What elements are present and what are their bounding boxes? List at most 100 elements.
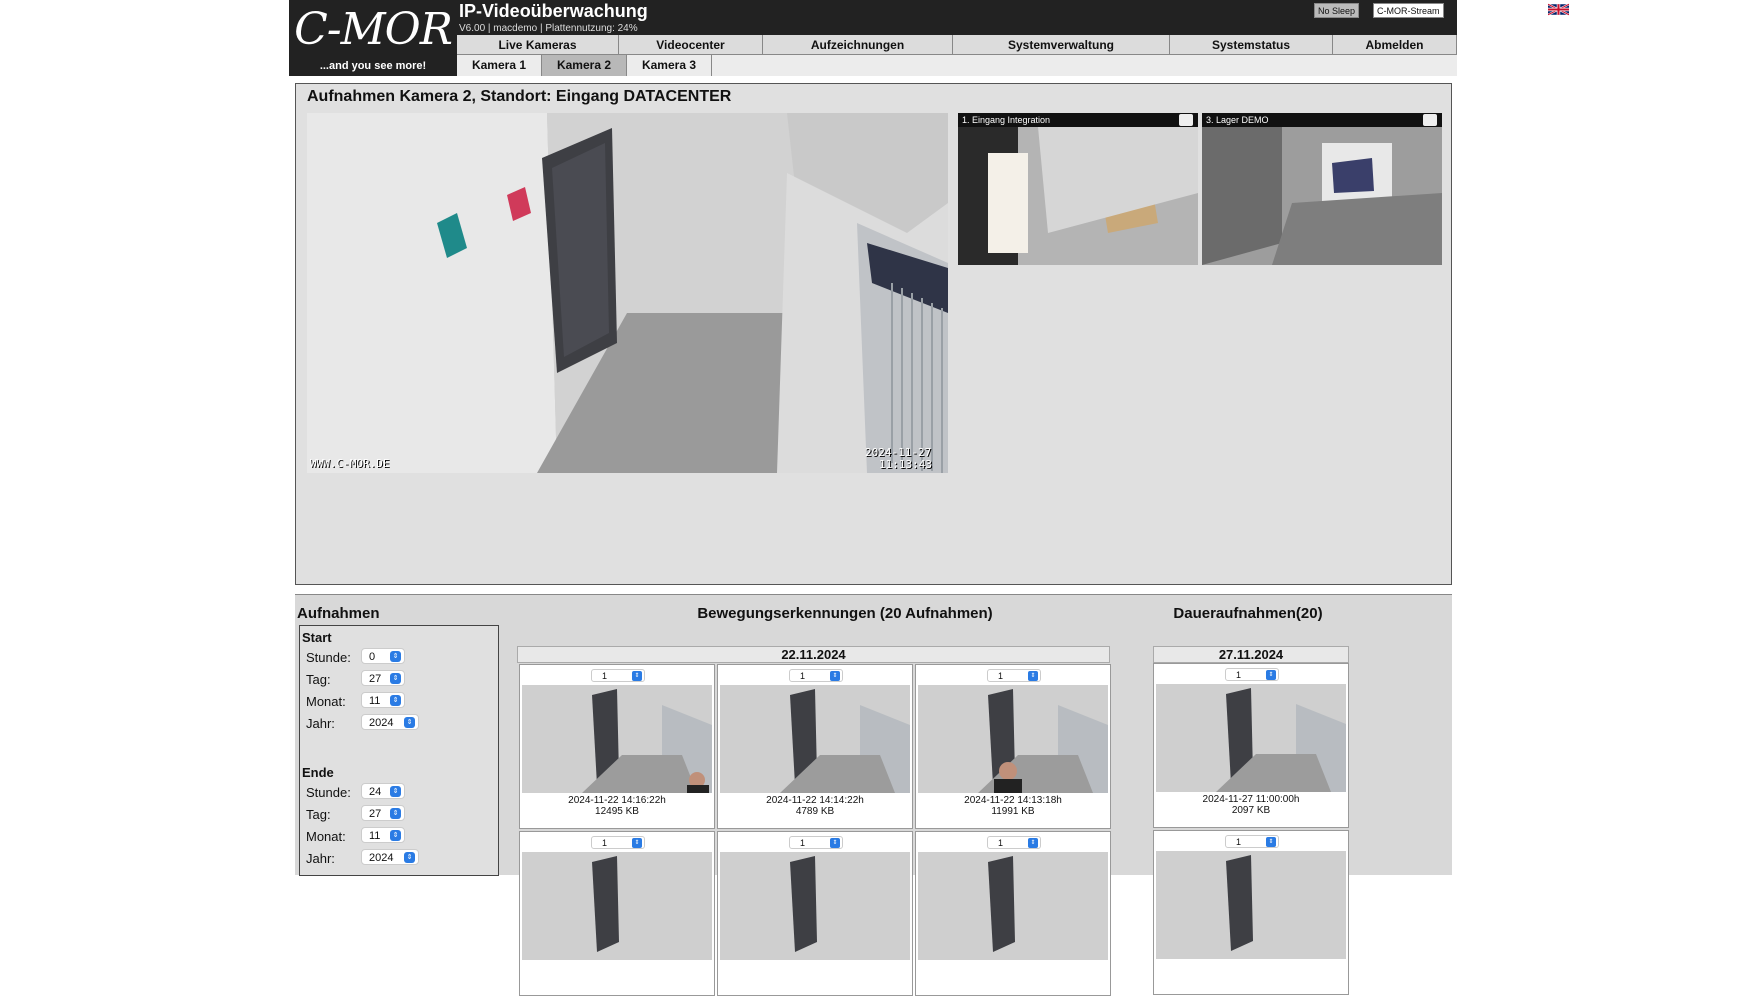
select-arrow-icon: ⇕ [632,838,642,848]
uk-flag-icon[interactable] [1548,3,1569,16]
start-tag-row: Tag: 27 ⇕ [306,670,405,687]
nav-live-kameras[interactable]: Live Kameras [457,35,619,55]
recording-size: 11991 KB [991,806,1035,817]
recording-card[interactable]: 1 ⇕ [1153,830,1349,995]
select-arrow-icon: ⇕ [390,673,401,684]
hand-icon[interactable] [1179,114,1193,126]
recording-select[interactable]: 1 ⇕ [789,836,843,849]
app-subtitle: V6.00 | macdemo | Plattennutzung: 24% [459,23,638,34]
monat-label: Monat: [306,829,346,844]
tab-kamera-1[interactable]: Kamera 1 [457,55,542,76]
motion-date-band: 22.11.2024 [517,646,1110,663]
start-jahr-select[interactable]: 2024 ⇕ [361,714,419,730]
recording-card[interactable]: 1 ⇕ 2024-11-22 14:14:22h 4789 KB [717,664,913,829]
end-stunde-row: Stunde: 24 ⇕ [306,783,405,800]
camera-tabs: Kamera 1 Kamera 2 Kamera 3 [457,55,1457,76]
select-arrow-icon: ⇕ [390,786,401,797]
nav-systemstatus[interactable]: Systemstatus [1170,35,1333,55]
select-arrow-icon: ⇕ [1028,838,1038,848]
select-arrow-icon: ⇕ [1266,837,1276,847]
nav-videocenter[interactable]: Videocenter [619,35,763,55]
select-arrow-icon: ⇕ [390,808,401,819]
main-camera-feed[interactable]: WWW.C-MOR.DE 2024-11-27 11:13:43 [307,113,948,473]
recording-select[interactable]: 1 ⇕ [987,836,1041,849]
recordings-title: Aufnahmen [297,605,380,622]
nav-systemverwaltung[interactable]: Systemverwaltung [953,35,1170,55]
thumbnail-image [958,113,1198,265]
main-feed-image [307,113,948,473]
recording-select[interactable]: 1 ⇕ [591,669,645,682]
recording-card[interactable]: 1 ⇕ [519,831,715,996]
camera-thumbnail-1[interactable]: 1. Eingang Integration [958,113,1198,265]
jahr-label: Jahr: [306,851,335,866]
recording-card[interactable]: 1 ⇕ 2024-11-22 14:16:22h 12495 KB [519,664,715,829]
cmor-stream-button[interactable]: C-MOR-Stream [1373,3,1444,18]
main-feed-watermark: WWW.C-MOR.DE [310,457,390,470]
recording-time: 2024-11-22 14:16:22h [568,795,666,806]
tag-label: Tag: [306,672,331,687]
end-tag-select[interactable]: 27 ⇕ [361,805,405,821]
select-arrow-icon: ⇕ [1266,670,1276,680]
recording-select[interactable]: 1 ⇕ [789,669,843,682]
recording-time: 2024-11-27 11:00:00h [1202,794,1300,805]
recording-card[interactable]: 1 ⇕ 2024-11-27 11:00:00h 2097 KB [1153,663,1349,828]
viewer-title: Aufnahmen Kamera 2, Standort: Eingang DA… [307,88,732,105]
recording-card[interactable]: 1 ⇕ [717,831,913,996]
recording-card[interactable]: 1 ⇕ 2024-11-22 14:13:18h 11991 KB [915,664,1111,829]
recording-size: 12495 KB [595,806,639,817]
recording-select[interactable]: 1 ⇕ [1225,835,1279,848]
permanent-recordings-title: Daueraufnahmen(20) [1173,605,1323,622]
end-stunde-select[interactable]: 24 ⇕ [361,783,405,799]
start-stunde-select[interactable]: 0 ⇕ [361,648,405,664]
recording-thumbnail[interactable] [1156,684,1346,792]
start-monat-row: Monat: 11 ⇕ [306,692,405,709]
recording-thumbnail[interactable] [522,852,712,960]
select-arrow-icon: ⇕ [390,830,401,841]
select-arrow-icon: ⇕ [830,671,840,681]
camera-thumbnail-3[interactable]: 3. Lager DEMO [1202,113,1442,265]
recording-thumbnail[interactable] [720,852,910,960]
recording-time: 2024-11-22 14:13:18h [964,795,1062,806]
jahr-label: Jahr: [306,716,335,731]
recording-thumbnail[interactable] [522,685,712,793]
recording-size: 2097 KB [1231,805,1271,816]
end-jahr-select[interactable]: 2024 ⇕ [361,849,419,865]
recording-thumbnail[interactable] [720,685,910,793]
select-arrow-icon: ⇕ [404,852,415,863]
no-sleep-button[interactable]: No Sleep [1314,3,1360,18]
logo[interactable]: C-MOR ...and you see more! [289,0,457,76]
motion-recordings-title: Bewegungserkennungen (20 Aufnahmen) [697,605,993,622]
stunde-label: Stunde: [306,650,351,665]
logo-mark: C-MOR [294,4,453,55]
nav-aufzeichnungen[interactable]: Aufzeichnungen [763,35,953,55]
start-stunde-row: Stunde: 0 ⇕ [306,648,405,665]
recording-thumbnail[interactable] [1156,851,1346,959]
hand-icon[interactable] [1423,114,1437,126]
end-jahr-row: Jahr: 2024 ⇕ [306,849,419,866]
main-feed-time: 11:13:43 [879,458,932,471]
nav-abmelden[interactable]: Abmelden [1333,35,1457,55]
end-heading: Ende [302,765,334,780]
select-arrow-icon: ⇕ [632,671,642,681]
thumbnail-label: 1. Eingang Integration [958,113,1198,127]
recording-select[interactable]: 1 ⇕ [591,836,645,849]
tab-kamera-3[interactable]: Kamera 3 [627,55,712,76]
start-monat-select[interactable]: 11 ⇕ [361,692,405,708]
thumbnail-image [1202,113,1442,265]
recording-card[interactable]: 1 ⇕ [915,831,1111,996]
recording-thumbnail[interactable] [918,852,1108,960]
page: C-MOR ...and you see more! IP-Videoüberw… [289,0,1569,996]
start-jahr-row: Jahr: 2024 ⇕ [306,714,419,731]
select-arrow-icon: ⇕ [404,717,415,728]
recordings-area: Aufnahmen Start Stunde: 0 ⇕ Tag: 27 ⇕ Mona… [295,594,1452,996]
recording-select[interactable]: 1 ⇕ [987,669,1041,682]
start-tag-select[interactable]: 27 ⇕ [361,670,405,686]
recording-thumbnail[interactable] [918,685,1108,793]
thumbnail-label: 3. Lager DEMO [1202,113,1442,127]
stunde-label: Stunde: [306,785,351,800]
end-monat-select[interactable]: 11 ⇕ [361,827,405,843]
tab-kamera-2[interactable]: Kamera 2 [542,55,627,76]
recording-select[interactable]: 1 ⇕ [1225,668,1279,681]
start-heading: Start [302,630,332,645]
main-nav: Live Kameras Videocenter Aufzeichnungen … [457,35,1457,55]
